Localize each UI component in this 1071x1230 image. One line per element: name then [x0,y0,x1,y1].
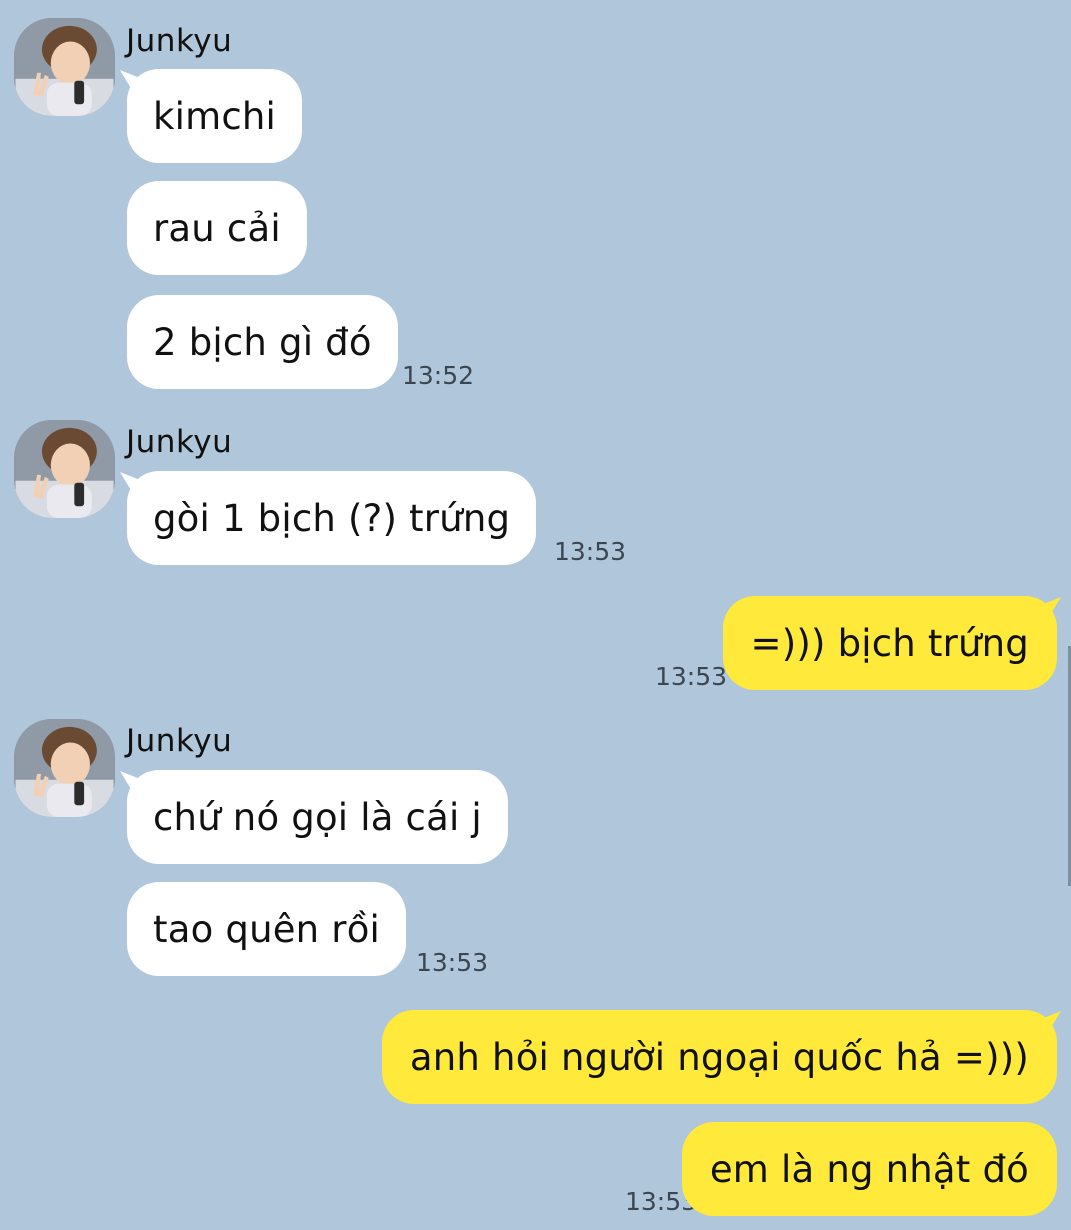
message-time: 13:53 [655,662,728,691]
message-text: kimchi [153,94,277,138]
message-text: gòi 1 bịch (?) trứng [153,496,511,540]
message-time: 13:53 [554,537,627,566]
message-bubble[interactable]: gòi 1 bịch (?) trứng [127,471,537,565]
sender-name: Junkyu [126,424,233,460]
message-bubble[interactable]: em là ng nhật đó [681,1122,1057,1216]
chat-thread: Junkyu kimchi rau cải 2 bịch gì đó 13:52… [0,0,1071,1230]
message-text: rau cải [153,206,281,250]
message-text: chứ nó gọi là cái j [153,795,482,839]
avatar[interactable] [14,18,115,116]
message-bubble[interactable]: 2 bịch gì đó [127,295,398,389]
message-text: em là ng nhật đó [709,1147,1029,1191]
message-bubble[interactable]: anh hỏi người ngoại quốc hả =))) [381,1010,1057,1104]
avatar[interactable] [14,420,115,518]
message-text: tao quên rồi [153,907,381,951]
avatar-icon [15,420,114,518]
message-time: 13:53 [416,948,489,977]
sender-name: Junkyu [126,723,233,759]
message-text: anh hỏi người ngoại quốc hả =))) [409,1035,1029,1079]
avatar[interactable] [14,719,115,817]
message-text: 2 bịch gì đó [153,320,372,364]
message-bubble[interactable]: kimchi [127,69,303,163]
avatar-icon [15,18,114,116]
avatar-icon [15,719,114,817]
sender-name: Junkyu [126,23,233,59]
message-time: 13:52 [402,361,475,390]
message-bubble[interactable]: tao quên rồi [127,882,407,976]
message-bubble[interactable]: =))) bịch trứng [722,596,1057,690]
message-bubble[interactable]: chứ nó gọi là cái j [127,770,508,864]
message-bubble[interactable]: rau cải [127,181,307,275]
message-text: =))) bịch trứng [750,621,1029,665]
